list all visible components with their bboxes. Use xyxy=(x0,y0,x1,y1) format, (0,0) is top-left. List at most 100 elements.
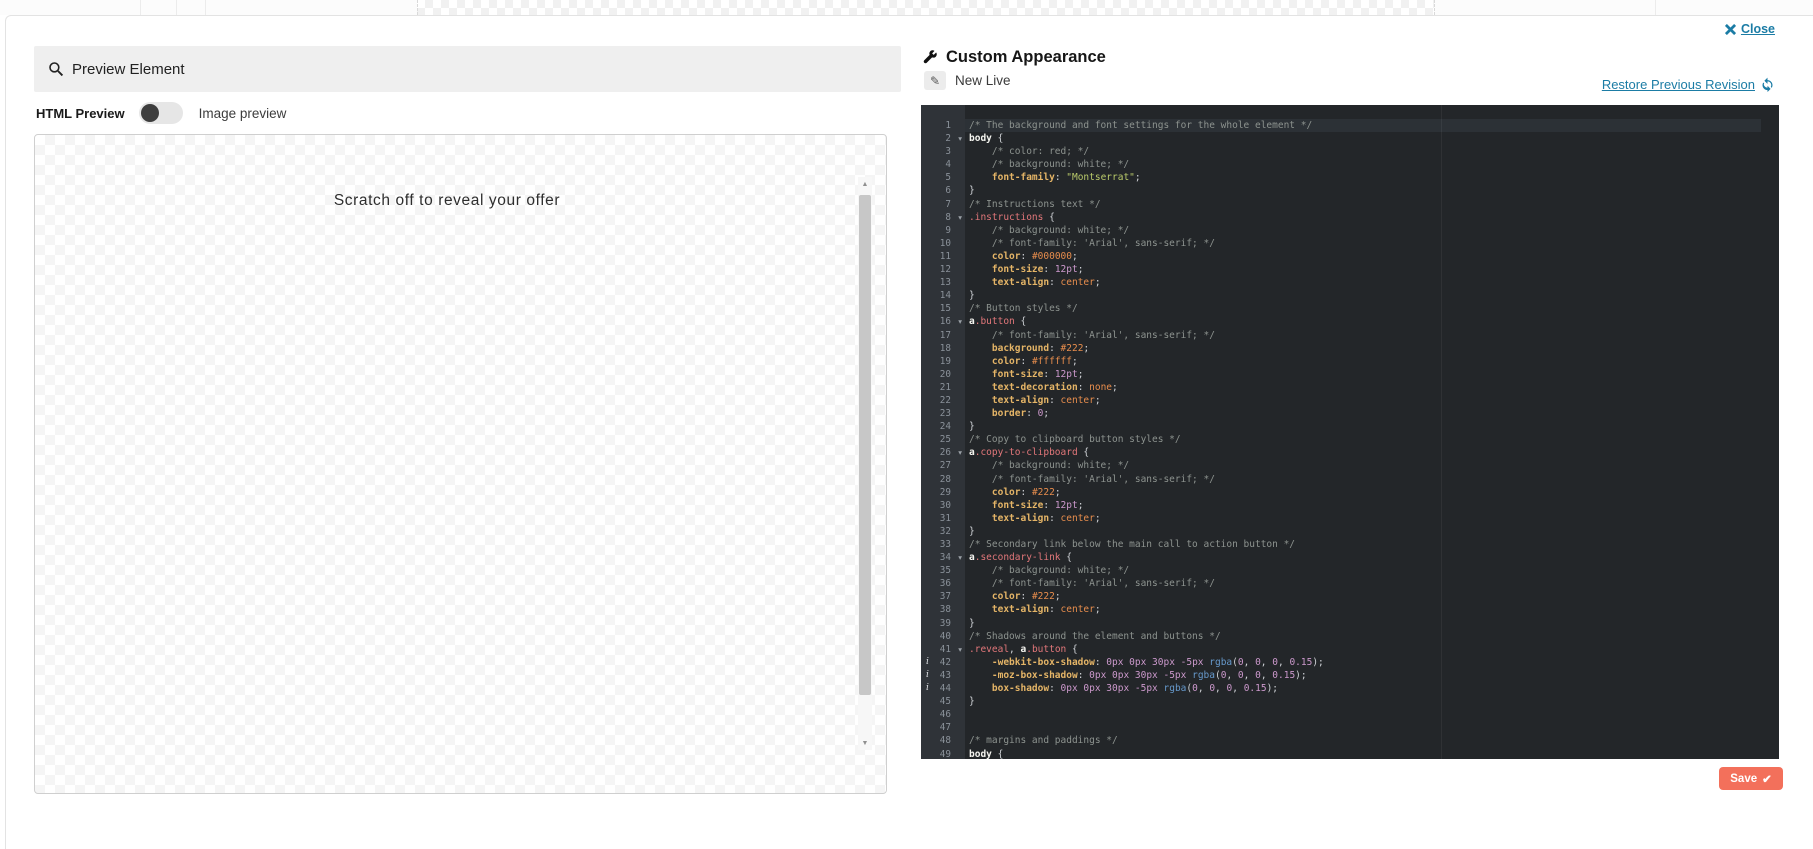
code-line: i42 -webkit-box-shadow: 0px 0px 30px -5p… xyxy=(921,656,1779,669)
line-number: 21 xyxy=(921,381,965,394)
fold-arrow-icon[interactable]: ▾ xyxy=(958,551,962,564)
line-number: 24 xyxy=(921,420,965,433)
code-line: 26▾a.copy-to-clipboard { xyxy=(921,446,1779,459)
code-line: 8▾.instructions { xyxy=(921,211,1779,224)
scratch-off-instructions: Scratch off to reveal your offer xyxy=(35,192,859,210)
code-line: 24} xyxy=(921,420,1779,433)
line-number: 22 xyxy=(921,394,965,407)
code-line: 9 /* background: white; */ xyxy=(921,224,1779,237)
canvas-dashed-guide xyxy=(1434,0,1435,15)
code-text: .instructions { xyxy=(965,211,1779,224)
code-text: a.secondary-link { xyxy=(965,551,1779,564)
fold-arrow-icon[interactable]: ▾ xyxy=(958,132,962,145)
fold-arrow-icon[interactable]: ▾ xyxy=(958,643,962,656)
code-line: i43 -moz-box-shadow: 0px 0px 30px -5px r… xyxy=(921,669,1779,682)
line-number: 37 xyxy=(921,590,965,603)
code-text: text-align: center; xyxy=(965,394,1779,407)
code-text: /* Instructions text */ xyxy=(965,198,1779,211)
code-line: 5 font-family: "Montserrat"; xyxy=(921,171,1779,184)
line-number: 4 xyxy=(921,158,965,171)
page-guide-line xyxy=(140,0,141,15)
line-number: 47 xyxy=(921,721,965,734)
code-line: 11 color: #000000; xyxy=(921,250,1779,263)
code-text: /* Button styles */ xyxy=(965,302,1779,315)
code-line: 48/* margins and paddings */ xyxy=(921,734,1779,747)
custom-appearance-modal: Close Preview Element HTML Preview Image… xyxy=(5,15,1813,849)
code-text: background: #222; xyxy=(965,342,1779,355)
line-number: 32 xyxy=(921,525,965,538)
code-text: } xyxy=(965,695,1779,708)
line-number: 36 xyxy=(921,577,965,590)
edit-revision-name-button[interactable]: ✎ xyxy=(924,71,946,90)
editor-lines: 1/* The background and font settings for… xyxy=(921,105,1779,759)
line-number: 45 xyxy=(921,695,965,708)
fold-arrow-icon[interactable]: ▾ xyxy=(958,315,962,328)
transparency-checker xyxy=(417,0,1434,15)
scroll-up-arrow-icon[interactable]: ▲ xyxy=(858,177,872,191)
line-number: i42 xyxy=(921,656,965,669)
pencil-icon: ✎ xyxy=(930,74,940,88)
code-text xyxy=(965,708,1779,721)
code-text: } xyxy=(965,289,1779,302)
line-number: 28 xyxy=(921,473,965,486)
code-text: } xyxy=(965,420,1779,433)
code-line: 1/* The background and font settings for… xyxy=(921,119,1779,132)
image-preview-label: Image preview xyxy=(199,106,287,121)
code-text: color: #000000; xyxy=(965,250,1779,263)
code-line: i44 box-shadow: 0px 0px 30px -5px rgba(0… xyxy=(921,682,1779,695)
save-button[interactable]: Save ✔ xyxy=(1719,767,1783,790)
code-line: 18 background: #222; xyxy=(921,342,1779,355)
appearance-panel-title: Custom Appearance xyxy=(946,48,1106,67)
code-text: } xyxy=(965,617,1779,630)
html-preview-label: HTML Preview xyxy=(36,106,125,121)
wrench-icon xyxy=(921,49,938,66)
code-line: 19 color: #ffffff; xyxy=(921,355,1779,368)
line-number: 30 xyxy=(921,499,965,512)
preview-scrollbar[interactable]: ▲ ▼ xyxy=(858,177,872,750)
code-line: 32} xyxy=(921,525,1779,538)
info-annotation-icon: i xyxy=(926,656,929,669)
code-line: 34▾a.secondary-link { xyxy=(921,551,1779,564)
canvas-dashed-guide xyxy=(417,0,418,15)
line-number: 34▾ xyxy=(921,551,965,564)
code-line: 33/* Secondary link below the main call … xyxy=(921,538,1779,551)
preview-mode-switch[interactable] xyxy=(139,102,183,124)
code-text: /* background: white; */ xyxy=(965,158,1779,171)
line-number: 13 xyxy=(921,276,965,289)
line-number: 23 xyxy=(921,407,965,420)
code-line: 14} xyxy=(921,289,1779,302)
line-number: 26▾ xyxy=(921,446,965,459)
code-line: 29 color: #222; xyxy=(921,486,1779,499)
line-number: 6 xyxy=(921,184,965,197)
line-number: 1 xyxy=(921,119,965,132)
code-text: body { xyxy=(965,748,1779,760)
scrollbar-thumb[interactable] xyxy=(859,195,871,695)
fold-arrow-icon[interactable]: ▾ xyxy=(958,446,962,459)
code-text: color: #222; xyxy=(965,590,1779,603)
line-number: 14 xyxy=(921,289,965,302)
line-number: 46 xyxy=(921,708,965,721)
line-number: 20 xyxy=(921,368,965,381)
scroll-down-arrow-icon[interactable]: ▼ xyxy=(858,736,872,750)
code-line: 36 /* font-family: 'Arial', sans-serif; … xyxy=(921,577,1779,590)
code-text: text-align: center; xyxy=(965,512,1779,525)
line-number: 15 xyxy=(921,302,965,315)
line-number: 39 xyxy=(921,617,965,630)
line-number: 16▾ xyxy=(921,315,965,328)
line-number: 41▾ xyxy=(921,643,965,656)
code-text: /* background: white; */ xyxy=(965,564,1779,577)
code-text: /* color: red; */ xyxy=(965,145,1779,158)
code-text: font-size: 12pt; xyxy=(965,368,1779,381)
close-button[interactable]: Close xyxy=(1725,22,1775,36)
refresh-icon xyxy=(1760,77,1775,92)
css-code-editor[interactable]: 1/* The background and font settings for… xyxy=(921,105,1779,759)
code-line: 30 font-size: 12pt; xyxy=(921,499,1779,512)
code-text: /* font-family: 'Arial', sans-serif; */ xyxy=(965,473,1779,486)
save-label: Save xyxy=(1730,773,1757,785)
element-preview-area[interactable]: Scratch off to reveal your offer ▲ ▼ xyxy=(34,134,887,794)
fold-arrow-icon[interactable]: ▾ xyxy=(958,211,962,224)
restore-previous-revision-link[interactable]: Restore Previous Revision xyxy=(1602,77,1775,92)
code-text: /* The background and font settings for … xyxy=(965,119,1779,132)
code-line: 40/* Shadows around the element and butt… xyxy=(921,630,1779,643)
line-number: 3 xyxy=(921,145,965,158)
